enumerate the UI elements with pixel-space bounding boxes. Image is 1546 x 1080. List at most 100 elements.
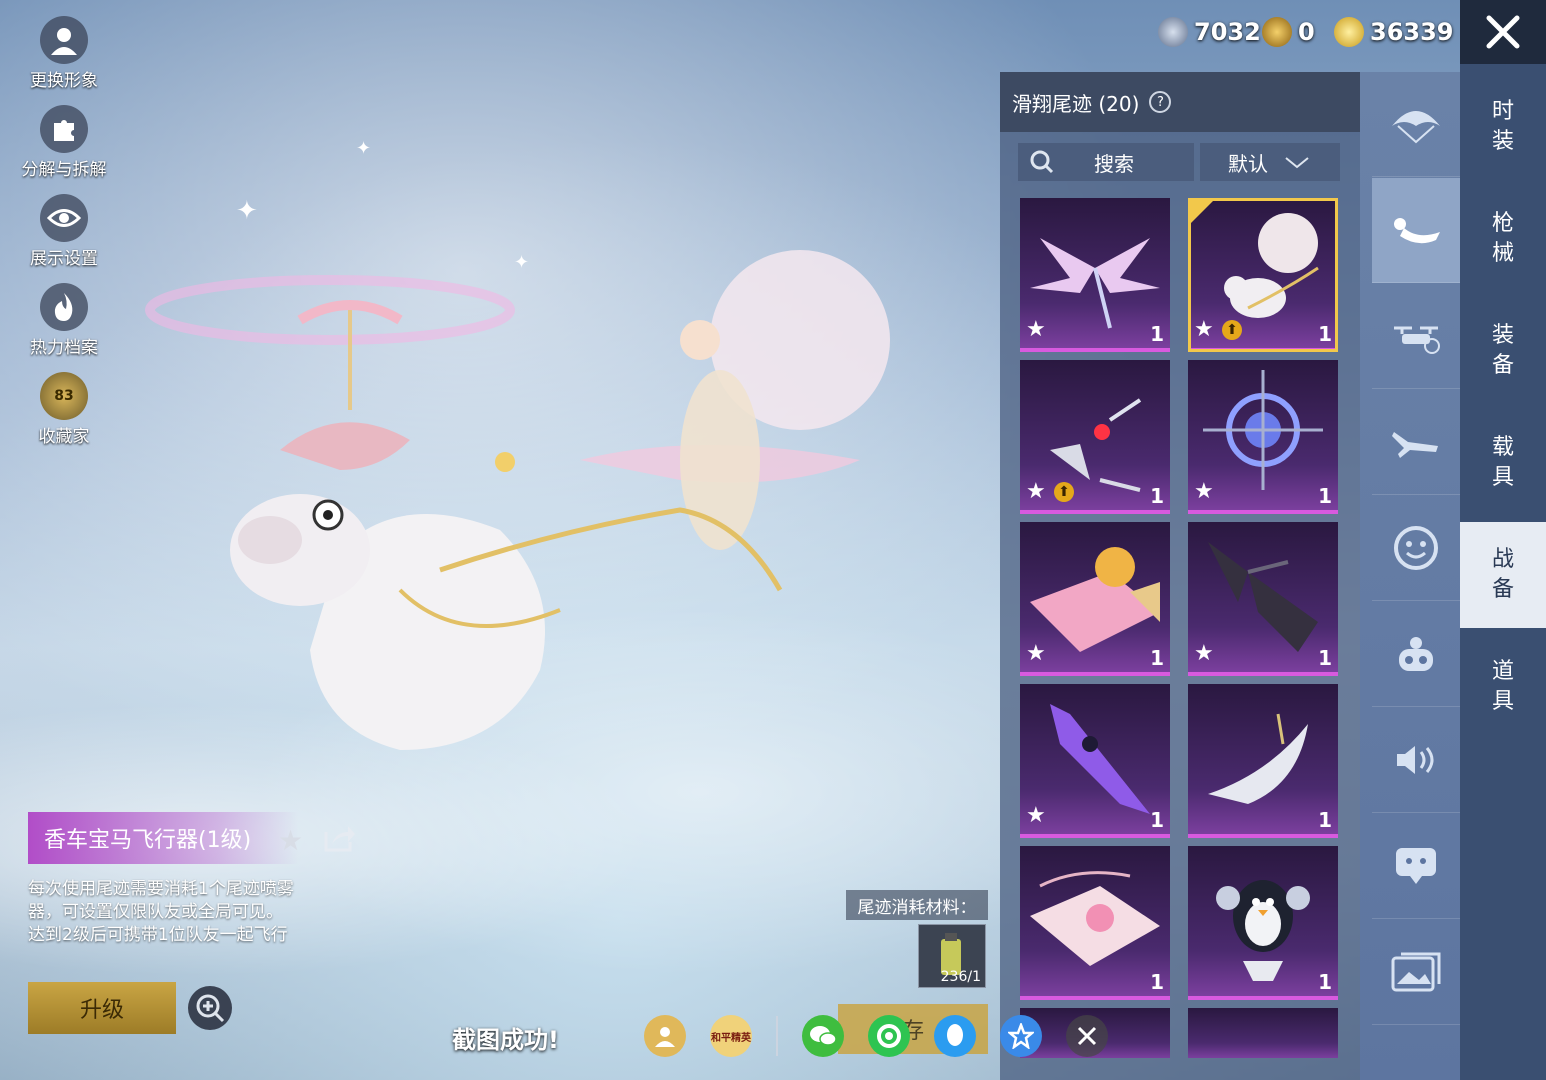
sort-dropdown[interactable]: 默认	[1200, 143, 1340, 181]
currency-medals: 0	[1262, 14, 1315, 50]
tab-label: 枪械	[1491, 211, 1514, 266]
coin-icon	[1158, 17, 1188, 47]
voice-icon	[1397, 746, 1434, 774]
lightning-coin-icon	[1334, 17, 1364, 47]
item-card[interactable]: ★ 1	[1188, 522, 1338, 676]
item-count: 1	[1318, 646, 1332, 670]
zoom-in-button[interactable]	[188, 986, 232, 1030]
chevron-down-icon	[1285, 157, 1309, 169]
chat-bubble-icon	[1396, 848, 1436, 884]
penguin-jetpack-icon	[1216, 880, 1310, 981]
heat-profile-button[interactable]: 热力档案	[18, 283, 110, 358]
tab-label: 战备	[1491, 547, 1514, 602]
search-input[interactable]: 搜索	[1018, 143, 1194, 181]
favorite-star-icon[interactable]: ★	[278, 824, 303, 857]
moments-icon[interactable]	[868, 1015, 910, 1057]
item-card[interactable]: ★ 1	[1020, 684, 1170, 838]
tab-label: 时装	[1491, 99, 1514, 154]
tab-label: 装备	[1491, 323, 1514, 378]
currency-points: 36339	[1334, 14, 1454, 50]
item-card[interactable]: ★ 1	[1020, 198, 1170, 352]
sparkle-icon: ✦	[356, 138, 372, 159]
decompose-button[interactable]: 分解与拆解	[18, 105, 110, 180]
subtab-airplane[interactable]	[1372, 390, 1460, 495]
medal-amount: 0	[1298, 18, 1315, 46]
glide-trail-icon	[1394, 218, 1440, 244]
collector-badge-icon: 83	[40, 372, 88, 420]
collector-button[interactable]: 83 收藏家	[18, 372, 110, 447]
tab-fashion[interactable]: 时装	[1460, 74, 1546, 180]
qq-icon[interactable]	[934, 1015, 976, 1057]
subtab-companion[interactable]	[1372, 602, 1460, 707]
upgrade-arrow-icon: ⬆	[1054, 482, 1074, 502]
subtab-glide-trail[interactable]	[1372, 178, 1460, 283]
subtab-emote[interactable]	[1372, 496, 1460, 601]
sparkle-icon: ✦	[236, 196, 258, 226]
display-settings-button[interactable]: 展示设置	[18, 194, 110, 269]
gallery-icon	[1391, 952, 1441, 992]
subtab-drone[interactable]	[1372, 284, 1460, 389]
game-logo-icon[interactable]: 和平精英	[710, 1015, 752, 1057]
avatar-icon	[40, 16, 88, 64]
item-card[interactable]: ★ ⬆ 1	[1188, 198, 1338, 352]
search-icon	[1030, 150, 1054, 174]
upgrade-button[interactable]: 升级	[28, 982, 176, 1034]
close-share-icon[interactable]	[1066, 1015, 1108, 1057]
item-count: 1	[1150, 484, 1164, 508]
lamp-icon	[1208, 713, 1308, 804]
item-card[interactable]: 1	[1020, 846, 1170, 1000]
game-logo-text: 和平精英	[711, 1032, 751, 1044]
subtab-chat[interactable]	[1372, 814, 1460, 919]
tab-equipment[interactable]: 装备	[1460, 298, 1546, 404]
item-count: 1	[1318, 808, 1332, 832]
help-icon[interactable]: ?	[1149, 91, 1172, 113]
currency-coins: 7032	[1158, 14, 1261, 50]
screenshot-success-text: 截图成功!	[452, 1026, 559, 1054]
menu-label: 分解与拆解	[21, 160, 107, 180]
panel-header: 滑翔尾迹 (20) ?	[1000, 72, 1360, 132]
collector-level: 83	[54, 388, 74, 404]
item-count: 1	[1318, 484, 1332, 508]
item-card[interactable]: 1	[1188, 846, 1338, 1000]
share-icon[interactable]	[322, 822, 356, 852]
item-card[interactable]: ★ ⬆ 1	[1020, 360, 1170, 514]
menu-label: 收藏家	[38, 427, 90, 447]
profile-share-icon[interactable]	[644, 1015, 686, 1057]
upgrade-arrow-icon: ⬆	[1222, 320, 1242, 340]
material-slot[interactable]: 236/1	[918, 924, 986, 988]
change-avatar-button[interactable]: 更换形象	[18, 16, 110, 91]
search-label: 搜索	[1094, 151, 1134, 176]
item-name: 香车宝马飞行器(1级)	[44, 828, 252, 853]
material-count: 236/1	[940, 969, 981, 985]
qzone-icon[interactable]	[1000, 1015, 1042, 1057]
subcategory-tabs	[1360, 72, 1460, 1080]
zoom-in-icon	[196, 994, 225, 1023]
tab-props[interactable]: 道具	[1460, 634, 1546, 740]
item-count: 1	[1150, 646, 1164, 670]
tab-vehicles[interactable]: 载具	[1460, 410, 1546, 516]
item-card[interactable]: ★ 1	[1188, 684, 1338, 838]
close-button[interactable]	[1460, 0, 1546, 64]
star-icon: ★	[1026, 803, 1046, 828]
vehicle-preview-scene	[145, 250, 890, 750]
tab-combat-gear[interactable]: 战备	[1460, 522, 1546, 628]
tab-label: 载具	[1491, 435, 1514, 490]
divider	[776, 1016, 778, 1056]
item-card[interactable]: ★ 1	[1188, 360, 1338, 514]
companion-icon	[1399, 637, 1433, 671]
wechat-icon[interactable]	[802, 1015, 844, 1057]
item-count: 1	[1318, 322, 1332, 346]
subtab-gallery[interactable]	[1372, 920, 1460, 1025]
item-card[interactable]	[1188, 1008, 1338, 1058]
subtab-voice[interactable]	[1372, 708, 1460, 813]
subtab-parachute[interactable]	[1372, 72, 1460, 177]
category-tabs: 时装 枪械 装备 载具 战备 道具	[1460, 64, 1546, 1080]
close-icon	[1486, 15, 1520, 49]
drone-icon	[1394, 326, 1440, 354]
item-card[interactable]: ★ 1	[1020, 522, 1170, 676]
tab-weapons[interactable]: 枪械	[1460, 186, 1546, 292]
item-panel: 滑翔尾迹 (20) ? 搜索 默认 ★ 1 ★ ⬆ 1 ★ ⬆ 1 ★ 1 ★ …	[1000, 72, 1360, 1080]
upgrade-label: 升级	[79, 998, 124, 1023]
menu-label: 热力档案	[30, 338, 98, 358]
puzzle-icon	[40, 105, 88, 153]
